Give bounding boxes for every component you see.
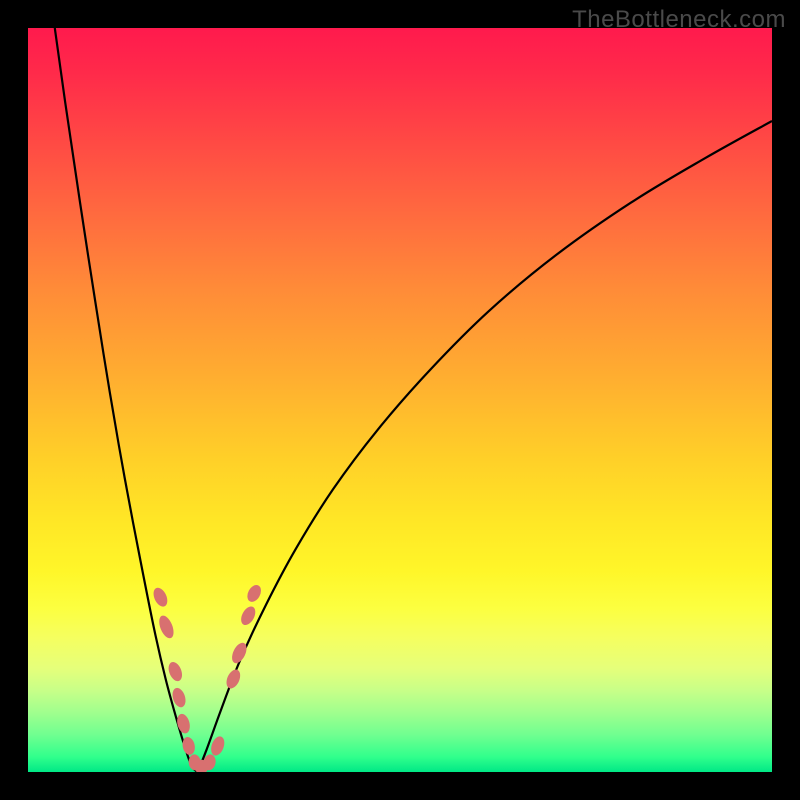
data-marker — [151, 586, 170, 609]
data-marker — [238, 604, 258, 627]
marker-group — [151, 583, 264, 772]
watermark-text: TheBottleneck.com — [572, 6, 786, 34]
data-marker — [224, 667, 243, 690]
data-marker — [175, 712, 192, 734]
right-curve — [198, 121, 772, 772]
data-marker — [245, 583, 264, 605]
plot-area — [28, 28, 772, 772]
data-marker — [156, 614, 176, 641]
curves-svg — [28, 28, 772, 772]
chart-frame: TheBottleneck.com — [0, 0, 800, 800]
left-curve — [55, 28, 198, 772]
data-marker — [166, 660, 185, 683]
